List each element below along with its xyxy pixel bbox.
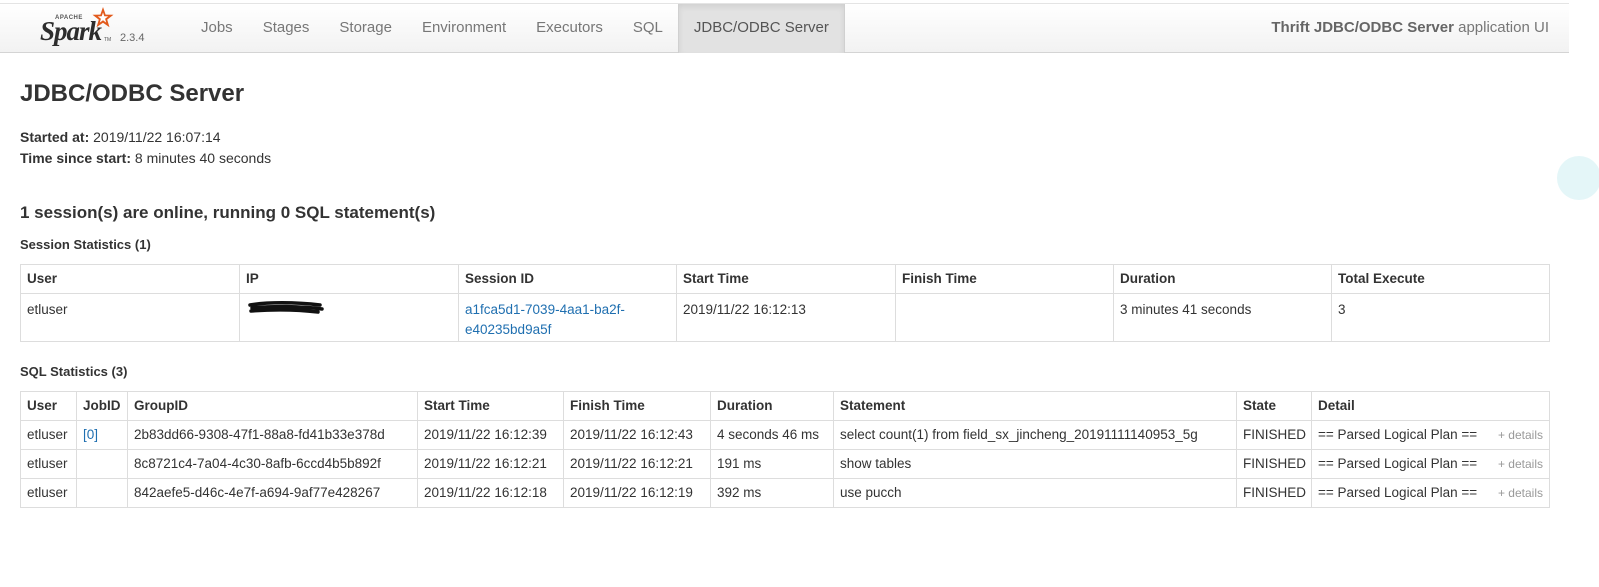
table-header-row: User IP Session ID Start Time Finish Tim… bbox=[20, 264, 1550, 294]
table-row: etluser [0] 2b83dd66-9308-47f1-88a8-fd41… bbox=[20, 420, 1550, 450]
table-row: etluser 8c8721c4-7a04-4c30-8afb-6ccd4b5b… bbox=[20, 449, 1550, 479]
started-at-value: 2019/11/22 16:07:14 bbox=[93, 129, 221, 145]
cell-start-time: 2019/11/22 16:12:18 bbox=[417, 478, 564, 508]
tab-stages[interactable]: Stages bbox=[248, 4, 325, 53]
detail-text: == Parsed Logical Plan == bbox=[1318, 427, 1478, 442]
table-header-row: User JobID GroupID Start Time Finish Tim… bbox=[20, 391, 1550, 421]
cell-finish-time: 2019/11/22 16:12:43 bbox=[563, 420, 711, 450]
time-since-start-label: Time since start: bbox=[20, 150, 132, 166]
cell-detail: == Parsed Logical Plan == + details bbox=[1311, 420, 1550, 450]
column-header-ip[interactable]: IP bbox=[239, 264, 459, 294]
tab-executors[interactable]: Executors bbox=[521, 4, 618, 53]
started-at-row: Started at: 2019/11/22 16:07:14 bbox=[20, 127, 271, 148]
job-id-link[interactable]: [0] bbox=[83, 427, 98, 442]
floating-side-widget[interactable] bbox=[1557, 156, 1599, 200]
column-header-finish-time[interactable]: Finish Time bbox=[895, 264, 1114, 294]
cell-duration: 4 seconds 46 ms bbox=[710, 420, 834, 450]
application-title: Thrift JDBC/ODBC Server application UI bbox=[1271, 4, 1549, 52]
sql-statistics-table: User JobID GroupID Start Time Finish Tim… bbox=[20, 391, 1550, 508]
column-header-state[interactable]: State bbox=[1236, 391, 1312, 421]
app-title-rest: application UI bbox=[1453, 19, 1549, 36]
session-id-link[interactable]: a1fca5d1-7039-4aa1-ba2f-e40235bd9a5f bbox=[465, 302, 625, 337]
spark-star-icon bbox=[92, 7, 114, 28]
sql-statistics-title: SQL Statistics (3) bbox=[20, 364, 128, 379]
tab-environment[interactable]: Environment bbox=[407, 4, 521, 53]
server-info: Started at: 2019/11/22 16:07:14 Time sin… bbox=[20, 127, 271, 169]
spark-logo[interactable]: APACHE Spark TM 2.3.4 bbox=[38, 6, 158, 50]
cell-statement: show tables bbox=[833, 449, 1237, 479]
cell-session-id: a1fca5d1-7039-4aa1-ba2f-e40235bd9a5f bbox=[458, 293, 677, 342]
cell-user: etluser bbox=[20, 478, 77, 508]
cell-job-id: [0] bbox=[76, 420, 128, 450]
time-since-start-value: 8 minutes 40 seconds bbox=[134, 150, 272, 166]
cell-state: FINISHED bbox=[1236, 420, 1312, 450]
column-header-start-time[interactable]: Start Time bbox=[417, 391, 564, 421]
cell-finish-time bbox=[895, 293, 1114, 342]
cell-detail: == Parsed Logical Plan == + details bbox=[1311, 449, 1550, 479]
cell-start-time: 2019/11/22 16:12:13 bbox=[676, 293, 896, 342]
cell-state: FINISHED bbox=[1236, 478, 1312, 508]
cell-group-id: 8c8721c4-7a04-4c30-8afb-6ccd4b5b892f bbox=[127, 449, 418, 479]
tab-sql[interactable]: SQL bbox=[618, 4, 678, 53]
cell-statement: select count(1) from field_sx_jincheng_2… bbox=[833, 420, 1237, 450]
started-at-label: Started at: bbox=[20, 129, 90, 145]
time-since-start-row: Time since start: 8 minutes 40 seconds bbox=[20, 148, 271, 169]
app-title-bold: Thrift JDBC/ODBC Server bbox=[1271, 19, 1454, 36]
cell-detail: == Parsed Logical Plan == + details bbox=[1311, 478, 1550, 508]
cell-user: etluser bbox=[20, 420, 77, 450]
expand-details-link[interactable]: + details bbox=[1498, 422, 1543, 449]
table-row: etluser a1fca5d1-7039-4aa1-ba2f-e40235bd… bbox=[20, 293, 1550, 342]
online-sessions-summary: 1 session(s) are online, running 0 SQL s… bbox=[20, 203, 436, 222]
cell-statement: use pucch bbox=[833, 478, 1237, 508]
tab-storage[interactable]: Storage bbox=[324, 4, 407, 53]
cell-job-id bbox=[76, 449, 128, 479]
column-header-user[interactable]: User bbox=[20, 391, 77, 421]
cell-start-time: 2019/11/22 16:12:21 bbox=[417, 449, 564, 479]
column-header-session-id[interactable]: Session ID bbox=[458, 264, 677, 294]
logo-tm: TM bbox=[104, 37, 112, 43]
column-header-total-execute[interactable]: Total Execute bbox=[1331, 264, 1550, 294]
column-header-start-time[interactable]: Start Time bbox=[676, 264, 896, 294]
nav-tabs: Jobs Stages Storage Environment Executor… bbox=[186, 4, 845, 53]
tab-jobs[interactable]: Jobs bbox=[186, 4, 248, 53]
table-row: etluser 842aefe5-d46c-4e7f-a694-9af77e42… bbox=[20, 478, 1550, 508]
cell-user: etluser bbox=[20, 293, 240, 342]
tab-jdbc-odbc-server[interactable]: JDBC/ODBC Server bbox=[677, 4, 845, 53]
cell-user: etluser bbox=[20, 449, 77, 479]
spark-version: 2.3.4 bbox=[120, 32, 145, 44]
cell-finish-time: 2019/11/22 16:12:21 bbox=[563, 449, 711, 479]
top-navbar: APACHE Spark TM 2.3.4 Jobs Stages Storag… bbox=[0, 3, 1569, 53]
column-header-duration[interactable]: Duration bbox=[1113, 264, 1332, 294]
cell-job-id bbox=[76, 478, 128, 508]
detail-text: == Parsed Logical Plan == bbox=[1318, 485, 1478, 500]
cell-group-id: 842aefe5-d46c-4e7f-a694-9af77e428267 bbox=[127, 478, 418, 508]
cell-duration: 191 ms bbox=[710, 449, 834, 479]
session-statistics-table: User IP Session ID Start Time Finish Tim… bbox=[20, 264, 1550, 342]
column-header-group-id[interactable]: GroupID bbox=[127, 391, 418, 421]
column-header-finish-time[interactable]: Finish Time bbox=[563, 391, 711, 421]
expand-details-link[interactable]: + details bbox=[1498, 480, 1543, 507]
column-header-user[interactable]: User bbox=[20, 264, 240, 294]
cell-duration: 392 ms bbox=[710, 478, 834, 508]
session-statistics-title: Session Statistics (1) bbox=[20, 237, 151, 252]
detail-text: == Parsed Logical Plan == bbox=[1318, 456, 1478, 471]
cell-ip bbox=[239, 293, 459, 342]
cell-state: FINISHED bbox=[1236, 449, 1312, 479]
page-title: JDBC/ODBC Server bbox=[20, 80, 245, 107]
expand-details-link[interactable]: + details bbox=[1498, 451, 1543, 478]
column-header-job-id[interactable]: JobID bbox=[76, 391, 128, 421]
column-header-statement[interactable]: Statement bbox=[833, 391, 1237, 421]
cell-total-execute: 3 bbox=[1331, 293, 1550, 342]
cell-duration: 3 minutes 41 seconds bbox=[1113, 293, 1332, 342]
redacted-ip-scribble bbox=[248, 301, 324, 314]
cell-finish-time: 2019/11/22 16:12:19 bbox=[563, 478, 711, 508]
cell-start-time: 2019/11/22 16:12:39 bbox=[417, 420, 564, 450]
column-header-detail[interactable]: Detail bbox=[1311, 391, 1550, 421]
cell-group-id: 2b83dd66-9308-47f1-88a8-fd41b33e378d bbox=[127, 420, 418, 450]
column-header-duration[interactable]: Duration bbox=[710, 391, 834, 421]
